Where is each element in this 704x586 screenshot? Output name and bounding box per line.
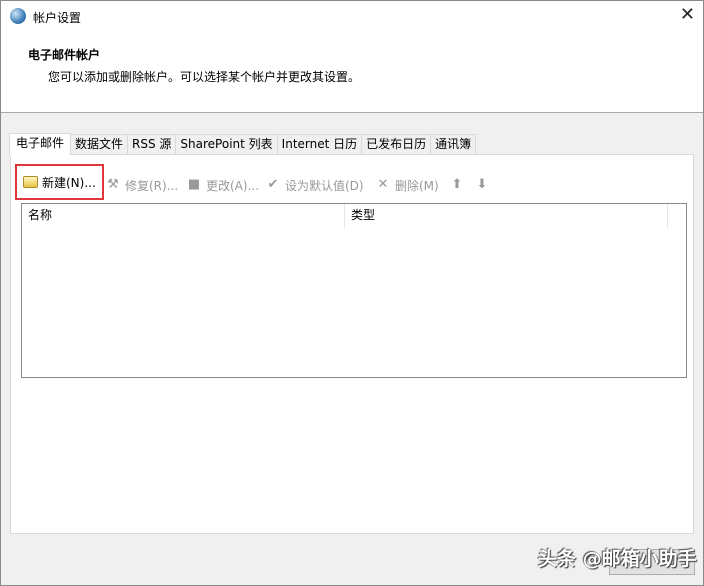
new-mail-icon [23, 176, 38, 188]
tab-email[interactable]: 电子邮件 [9, 133, 72, 155]
move-up-button[interactable]: ⬆ [449, 172, 469, 198]
change-label: 更改(A)... [206, 178, 260, 193]
column-header-name[interactable]: 名称 [22, 204, 345, 228]
account-list[interactable]: 名称 类型 [21, 203, 687, 378]
watermark: 头条 @邮箱小助手 [538, 548, 697, 570]
outlook-globe-icon [10, 8, 26, 24]
tab-rss[interactable]: RSS 源 [127, 134, 177, 155]
tab-sharepoint[interactable]: SharePoint 列表 [175, 134, 278, 155]
set-default-button[interactable]: ✔ 设为默认值(D) [265, 172, 364, 198]
repair-label: 修复(R)... [125, 178, 179, 193]
title-bar: 帐户设置 ✕ [1, 1, 703, 31]
tab-internet-calendar[interactable]: Internet 日历 [276, 134, 363, 155]
x-icon: ✕ [377, 177, 389, 192]
arrow-down-icon: ⬇ [476, 177, 488, 192]
tools-icon: ⚒ [107, 177, 119, 192]
tab-published-calendar[interactable]: 已发布日历 [361, 134, 432, 155]
tab-data-files[interactable]: 数据文件 [70, 134, 129, 155]
change-button[interactable]: ■ 更改(A)... [186, 172, 259, 198]
change-icon: ■ [187, 177, 201, 192]
set-default-label: 设为默认值(D) [285, 178, 364, 193]
remove-button[interactable]: ✕ 删除(M) [375, 172, 439, 198]
tab-address-book[interactable]: 通讯簿 [430, 134, 477, 155]
window-title: 帐户设置 [33, 11, 82, 25]
email-tab-panel: 新建(N)... ⚒ 修复(R)... ■ 更改(A)... ✔ 设为默认值(D… [10, 154, 694, 534]
repair-button[interactable]: ⚒ 修复(R)... [105, 172, 178, 198]
close-icon[interactable]: ✕ [680, 5, 695, 25]
tab-strip: 电子邮件 数据文件 RSS 源 SharePoint 列表 Internet 日… [9, 133, 477, 155]
section-title: 电子邮件帐户 [28, 48, 101, 62]
account-settings-dialog: 帐户设置 ✕ 电子邮件帐户 您可以添加或删除帐户。可以选择某个帐户并更改其设置。… [0, 0, 704, 586]
arrow-up-icon: ⬆ [451, 177, 463, 192]
check-circle-icon: ✔ [267, 177, 279, 192]
section-description: 您可以添加或删除帐户。可以选择某个帐户并更改其设置。 [48, 70, 361, 84]
dialog-header: 电子邮件帐户 您可以添加或删除帐户。可以选择某个帐户并更改其设置。 [1, 31, 703, 113]
move-down-button[interactable]: ⬇ [474, 172, 494, 198]
new-account-button[interactable]: 新建(N)... [15, 164, 104, 200]
remove-label: 删除(M) [395, 178, 439, 193]
column-header-type[interactable]: 类型 [345, 204, 668, 228]
new-label: 新建(N)... [42, 175, 96, 190]
